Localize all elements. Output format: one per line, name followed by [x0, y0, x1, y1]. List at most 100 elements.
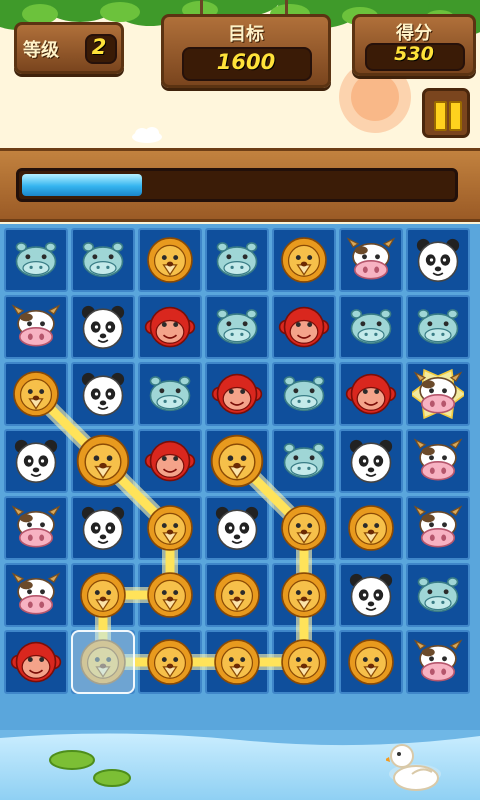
monkey-icon — [144, 440, 196, 482]
cow-icon — [11, 304, 61, 347]
progress-fill — [22, 174, 142, 196]
tile-hippo[interactable] — [278, 368, 330, 420]
cloud-decoration — [132, 127, 162, 143]
cow-icon — [409, 368, 467, 420]
lion-icon — [281, 237, 327, 283]
hippo-icon — [216, 242, 258, 278]
lion-icon — [281, 639, 327, 685]
monkey-icon — [144, 306, 196, 348]
selection-highlight — [71, 630, 135, 694]
progress-bar — [16, 168, 458, 202]
score-value: 530 — [394, 43, 434, 65]
level-label: 等级 — [23, 40, 59, 61]
tile-lion[interactable] — [144, 502, 196, 554]
monkey-icon — [278, 306, 330, 348]
game-board — [0, 224, 480, 730]
tile-monkey[interactable] — [211, 368, 263, 420]
tile-hippo[interactable] — [10, 234, 62, 286]
tile-cow[interactable] — [412, 636, 464, 688]
tile-monkey[interactable] — [144, 301, 196, 353]
tile-cow[interactable] — [412, 435, 464, 487]
tile-panda[interactable] — [77, 301, 129, 353]
tile-lion[interactable] — [144, 569, 196, 621]
duck-icon — [386, 744, 439, 791]
tile-cow[interactable] — [409, 368, 467, 420]
tile-cow[interactable] — [10, 502, 62, 554]
score-sign: 得分 530 — [352, 14, 476, 76]
hippo-icon — [216, 309, 258, 345]
tile-lion[interactable] — [73, 431, 133, 491]
tile-lion[interactable] — [345, 636, 397, 688]
tile-panda[interactable] — [345, 435, 397, 487]
tile-hippo[interactable] — [211, 234, 263, 286]
lion-icon — [147, 237, 193, 283]
hippo-icon — [417, 309, 459, 345]
lion-icon — [80, 572, 126, 618]
lion-icon — [13, 371, 59, 417]
level-value: 2 — [91, 35, 107, 59]
monkey-icon — [345, 373, 397, 415]
tile-monkey[interactable] — [10, 636, 62, 688]
tile-lion[interactable] — [144, 636, 196, 688]
tile-lion[interactable] — [144, 234, 196, 286]
tile-panda[interactable] — [10, 435, 62, 487]
cow-icon — [413, 505, 463, 548]
target-value: 1600 — [216, 50, 276, 74]
score-label: 得分 — [396, 23, 432, 44]
tile-lion[interactable] — [77, 569, 129, 621]
lion-icon — [210, 434, 264, 488]
progress-panel — [0, 148, 480, 222]
lion-icon — [76, 434, 130, 488]
tile-hippo[interactable] — [412, 569, 464, 621]
panda-icon — [416, 238, 460, 282]
tile-hippo[interactable] — [144, 368, 196, 420]
tile-hippo[interactable] — [278, 435, 330, 487]
lion-icon — [214, 572, 260, 618]
tile-cow[interactable] — [345, 234, 397, 286]
lion-icon — [348, 639, 394, 685]
tile-hippo[interactable] — [412, 301, 464, 353]
target-sign: 目标 1600 — [161, 14, 331, 88]
tile-panda[interactable] — [211, 502, 263, 554]
tile-lion[interactable] — [211, 569, 263, 621]
tile-lion[interactable] — [278, 502, 330, 554]
target-label: 目标 — [228, 24, 264, 45]
tile-monkey[interactable] — [345, 368, 397, 420]
lion-icon — [147, 505, 193, 551]
monkey-icon — [211, 373, 263, 415]
tile-cow[interactable] — [412, 502, 464, 554]
tile-panda[interactable] — [345, 569, 397, 621]
hippo-icon — [82, 242, 124, 278]
cow-icon — [413, 639, 463, 682]
tile-hippo[interactable] — [211, 301, 263, 353]
panda-icon — [81, 372, 125, 416]
tile-lion[interactable] — [211, 636, 263, 688]
lion-icon — [281, 505, 327, 551]
tile-panda[interactable] — [77, 502, 129, 554]
pond-scenery — [0, 730, 480, 800]
hippo-icon — [149, 376, 191, 412]
tile-panda[interactable] — [412, 234, 464, 286]
tile-cow[interactable] — [10, 301, 62, 353]
lion-icon — [281, 572, 327, 618]
tile-cow[interactable] — [10, 569, 62, 621]
tile-lion[interactable] — [345, 502, 397, 554]
tile-hippo[interactable] — [345, 301, 397, 353]
tile-monkey[interactable] — [144, 435, 196, 487]
tile-lion[interactable] — [278, 636, 330, 688]
tile-lion[interactable] — [278, 569, 330, 621]
tile-lion[interactable] — [71, 630, 135, 694]
tile-hippo[interactable] — [77, 234, 129, 286]
cow-icon — [11, 572, 61, 615]
tile-lion[interactable] — [10, 368, 62, 420]
cow-icon — [346, 237, 396, 280]
tile-lion[interactable] — [207, 431, 267, 491]
tile-monkey[interactable] — [278, 301, 330, 353]
level-sign: 等级 2 — [14, 22, 124, 74]
cow-icon — [413, 438, 463, 481]
tile-lion[interactable] — [278, 234, 330, 286]
pause-button[interactable] — [422, 88, 470, 138]
tile-panda[interactable] — [77, 368, 129, 420]
lion-icon — [348, 505, 394, 551]
panda-icon — [81, 305, 125, 349]
